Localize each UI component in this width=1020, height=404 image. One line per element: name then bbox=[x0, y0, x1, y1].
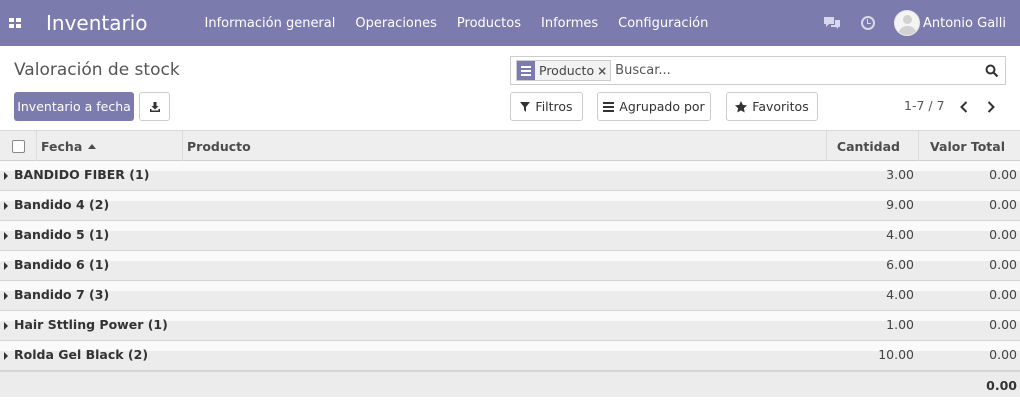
favoritos-button[interactable]: Favoritos bbox=[726, 92, 818, 121]
group-valor-total: 0.00 bbox=[989, 317, 1017, 332]
page-title: Valoración de stock bbox=[14, 60, 180, 80]
menu-item-informes[interactable]: Informes bbox=[541, 16, 598, 31]
group-row[interactable]: Bandido 4 (2) 9.00 0.00 bbox=[0, 191, 1020, 221]
caret-right-icon bbox=[4, 202, 8, 210]
agrupado-por-label: Agrupado por bbox=[619, 99, 705, 114]
stock-valuation-table: Fecha Producto Cantidad Valor Total BAND… bbox=[0, 131, 1020, 397]
group-cantidad: 6.00 bbox=[886, 257, 914, 272]
caret-right-icon bbox=[4, 232, 8, 240]
group-valor-total: 0.00 bbox=[989, 167, 1017, 182]
avatar[interactable] bbox=[894, 10, 920, 36]
search-facet[interactable]: Producto × bbox=[516, 60, 612, 81]
facet-remove-icon[interactable]: × bbox=[597, 64, 610, 78]
group-cantidad: 10.00 bbox=[878, 347, 914, 362]
apps-icon[interactable] bbox=[9, 18, 21, 28]
column-header-fecha[interactable]: Fecha bbox=[37, 131, 183, 161]
table-footer: 0.00 bbox=[0, 371, 1020, 397]
inventario-a-fecha-button[interactable]: Inventario a fecha bbox=[14, 92, 134, 121]
navbar-right: Antonio Galli bbox=[823, 0, 1020, 46]
group-row[interactable]: Rolda Gel Black (2) 10.00 0.00 bbox=[0, 341, 1020, 371]
menu-item-operaciones[interactable]: Operaciones bbox=[355, 16, 437, 31]
pager-value[interactable]: 1-7 / 7 bbox=[904, 98, 945, 113]
group-row[interactable]: BANDIDO FIBER (1) 3.00 0.00 bbox=[0, 161, 1020, 191]
pager-next-button[interactable] bbox=[984, 99, 998, 115]
caret-right-icon bbox=[4, 172, 8, 180]
caret-right-icon bbox=[4, 262, 8, 270]
group-row[interactable]: Hair Sttling Power (1) 1.00 0.00 bbox=[0, 311, 1020, 341]
favoritos-label: Favoritos bbox=[752, 99, 809, 114]
group-name: Bandido 7 (3) bbox=[14, 287, 110, 302]
group-valor-total: 0.00 bbox=[989, 257, 1017, 272]
top-navbar: Inventario Información general Operacion… bbox=[0, 0, 1020, 46]
main-menu: Información general Operaciones Producto… bbox=[205, 16, 729, 31]
group-name: Bandido 6 (1) bbox=[14, 257, 110, 272]
group-valor-total: 0.00 bbox=[989, 347, 1017, 362]
group-cantidad: 9.00 bbox=[886, 197, 914, 212]
select-all-checkbox[interactable] bbox=[11, 139, 25, 153]
caret-right-icon bbox=[4, 322, 8, 330]
filter-icon bbox=[520, 101, 531, 112]
column-header-producto[interactable]: Producto bbox=[183, 131, 827, 161]
group-by-icon bbox=[517, 61, 535, 80]
menu-item-informacion-general[interactable]: Información general bbox=[205, 16, 336, 31]
group-cantidad: 3.00 bbox=[886, 167, 914, 182]
download-icon bbox=[149, 101, 160, 112]
column-header-valor-total[interactable]: Valor Total bbox=[919, 131, 1020, 161]
chevron-left-icon bbox=[960, 101, 968, 113]
search-box: Producto × Buscar... bbox=[510, 56, 1006, 85]
search-input[interactable]: Buscar... bbox=[615, 63, 985, 78]
sort-ascending-icon bbox=[88, 143, 97, 149]
search-icon[interactable] bbox=[985, 64, 999, 78]
caret-right-icon bbox=[4, 352, 8, 360]
group-valor-total: 0.00 bbox=[989, 197, 1017, 212]
total-valor-total: 0.00 bbox=[986, 378, 1017, 393]
clock-icon[interactable] bbox=[861, 16, 875, 30]
group-row[interactable]: Bandido 7 (3) 4.00 0.00 bbox=[0, 281, 1020, 311]
group-valor-total: 0.00 bbox=[989, 227, 1017, 242]
app-brand[interactable]: Inventario bbox=[46, 11, 148, 35]
group-cantidad: 4.00 bbox=[886, 287, 914, 302]
caret-right-icon bbox=[4, 292, 8, 300]
column-header-fecha-label: Fecha bbox=[41, 138, 83, 154]
facet-label: Producto bbox=[539, 63, 595, 78]
menu-item-productos[interactable]: Productos bbox=[457, 16, 521, 31]
select-all-cell bbox=[0, 131, 37, 161]
chat-icon[interactable] bbox=[823, 16, 841, 30]
group-row[interactable]: Bandido 6 (1) 6.00 0.00 bbox=[0, 251, 1020, 281]
table-header: Fecha Producto Cantidad Valor Total bbox=[0, 131, 1020, 161]
group-cantidad: 4.00 bbox=[886, 227, 914, 242]
pager-previous-button[interactable] bbox=[957, 99, 971, 115]
filtros-label: Filtros bbox=[535, 99, 573, 114]
user-name[interactable]: Antonio Galli bbox=[923, 16, 1006, 31]
group-name: Bandido 4 (2) bbox=[14, 197, 110, 212]
group-valor-total: 0.00 bbox=[989, 287, 1017, 302]
group-name: Rolda Gel Black (2) bbox=[14, 347, 149, 362]
column-header-cantidad[interactable]: Cantidad bbox=[827, 131, 919, 161]
group-name: Bandido 5 (1) bbox=[14, 227, 110, 242]
group-name: Hair Sttling Power (1) bbox=[14, 317, 168, 332]
chevron-right-icon bbox=[987, 101, 995, 113]
filtros-button[interactable]: Filtros bbox=[510, 92, 583, 121]
group-row[interactable]: Bandido 5 (1) 4.00 0.00 bbox=[0, 221, 1020, 251]
agrupado-por-button[interactable]: Agrupado por bbox=[597, 92, 711, 121]
star-icon bbox=[735, 100, 748, 112]
menu-item-configuracion[interactable]: Configuración bbox=[618, 16, 708, 31]
download-button[interactable] bbox=[139, 92, 170, 121]
control-panel: Valoración de stock Inventario a fecha P… bbox=[0, 46, 1020, 131]
group-name: BANDIDO FIBER (1) bbox=[14, 167, 150, 182]
group-cantidad: 1.00 bbox=[886, 317, 914, 332]
list-icon bbox=[603, 101, 615, 112]
